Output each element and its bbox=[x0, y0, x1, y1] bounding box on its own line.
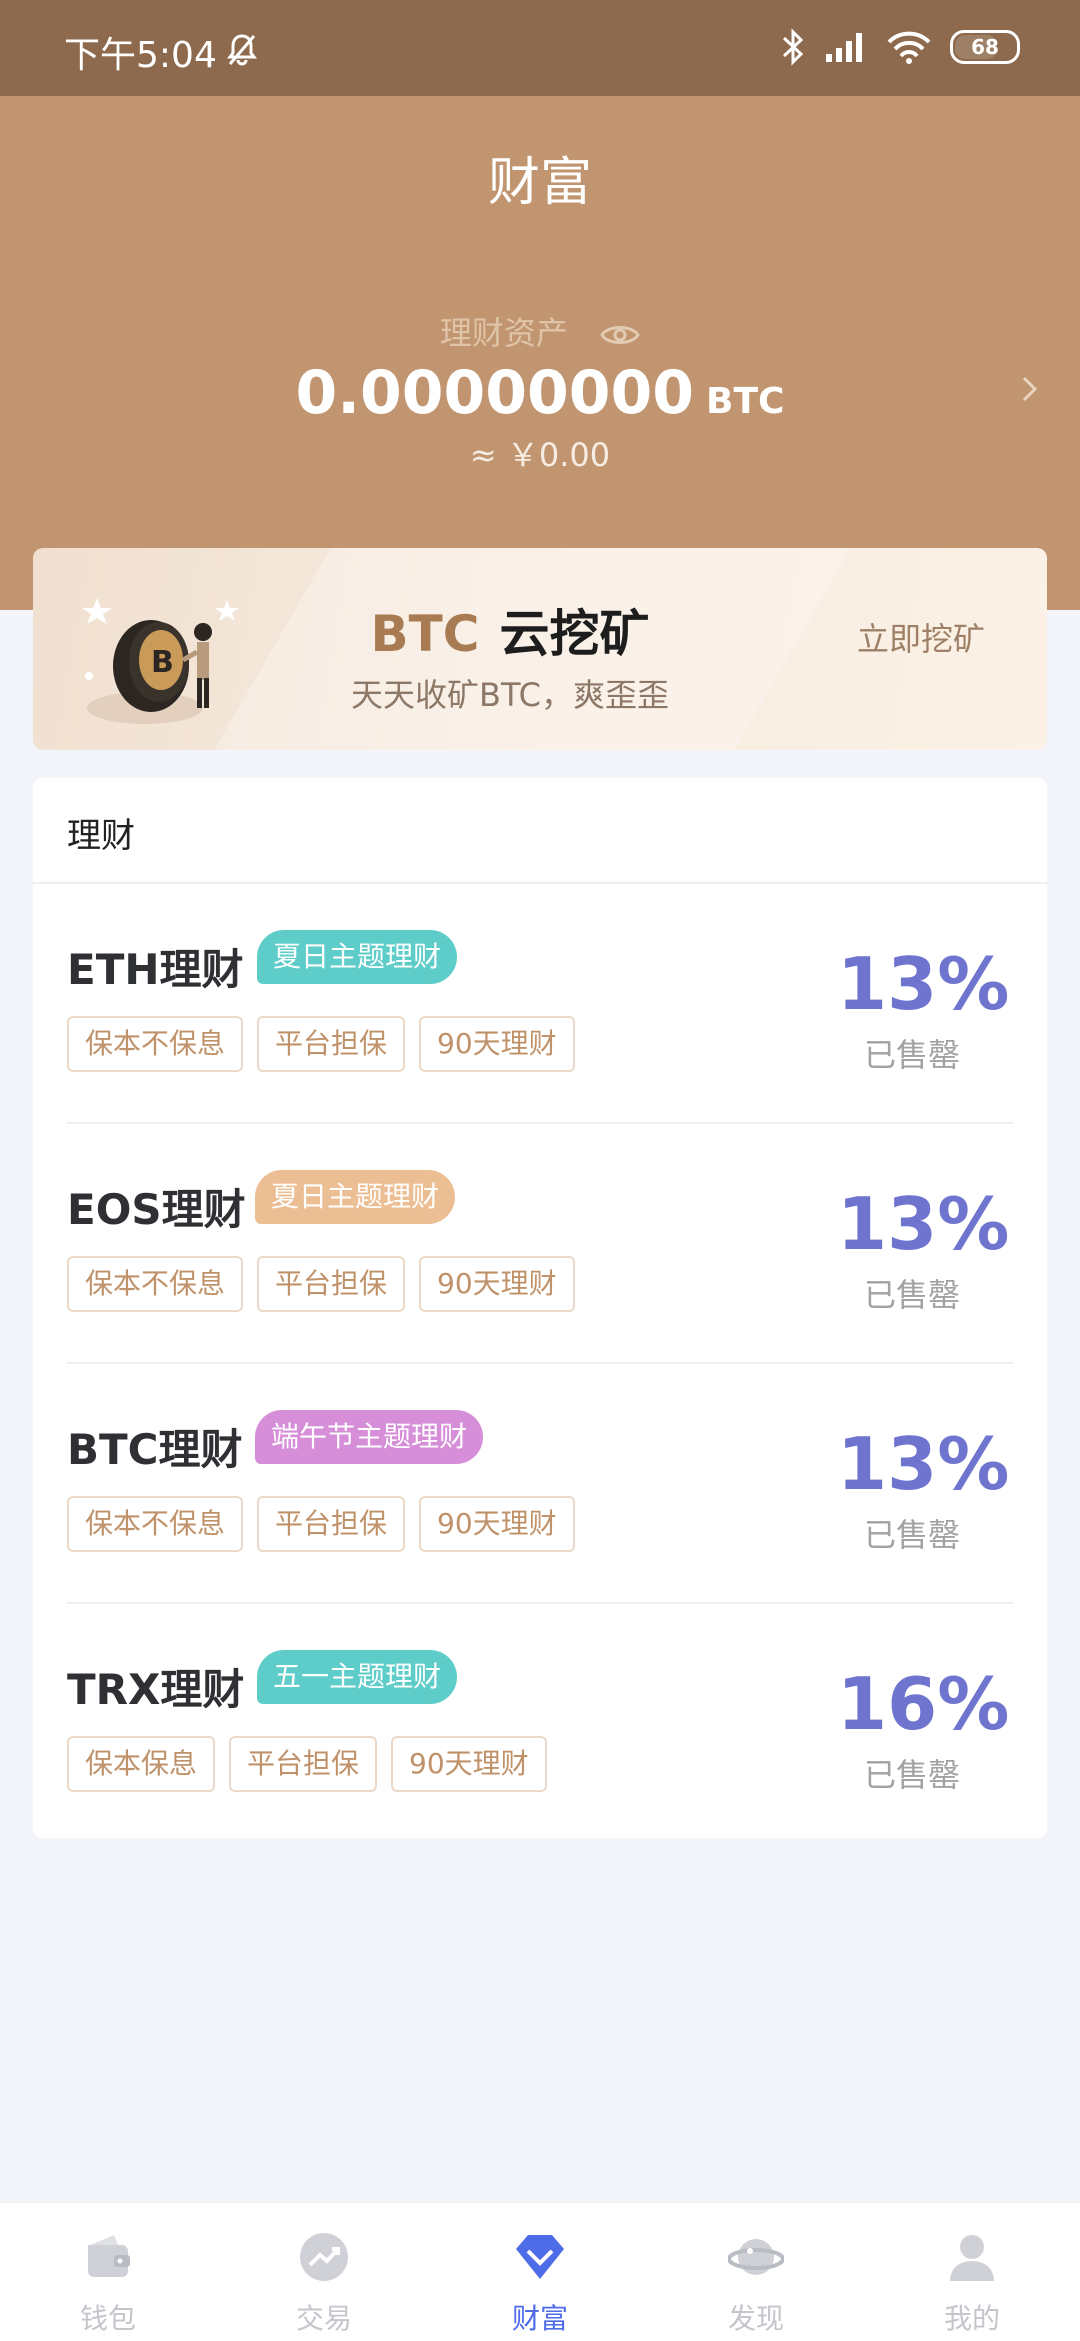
tab-label: 财富 bbox=[511, 2302, 568, 2335]
chip-guarantee: 平台担保 bbox=[229, 1736, 378, 1792]
tab-label: 发现 bbox=[727, 2302, 784, 2335]
wealth-header: 财富 理财资产 0.00000000 BTC ≈ ￥0.00 bbox=[0, 96, 1080, 610]
trade-chart-icon bbox=[300, 2233, 348, 2281]
start-mining-button[interactable]: 立即挖矿 bbox=[857, 614, 985, 660]
product-rate: 16% bbox=[837, 1662, 1010, 1746]
product-theme-tag: 夏日主题理财 bbox=[255, 1170, 456, 1224]
banner-title-btc: BTC bbox=[370, 605, 480, 663]
wallet-icon bbox=[88, 2235, 130, 2277]
product-item-eth[interactable]: ETH理财 夏日主题理财 保本不保息 平台担保 90天理财 13% 已售罄 bbox=[33, 884, 1047, 1124]
chip-term: 90天理财 bbox=[419, 1256, 575, 1312]
tab-profile[interactable]: 我的 bbox=[864, 2203, 1080, 2341]
product-item-trx[interactable]: TRX理财 五一主题理财 保本保息 平台担保 90天理财 16% 已售罄 bbox=[33, 1604, 1047, 1844]
asset-amount: 0.00000000 bbox=[295, 358, 695, 428]
cloud-mining-banner[interactable]: B BTC 云挖矿 天天收矿BTC，爽歪歪 立即挖矿 bbox=[33, 548, 1047, 750]
asset-label: 理财资产 bbox=[439, 314, 568, 352]
chip-principal: 保本不保息 bbox=[67, 1016, 244, 1072]
bluetooth-icon bbox=[782, 28, 804, 66]
product-status: 已售罄 bbox=[863, 1276, 960, 1314]
chip-guarantee: 平台担保 bbox=[257, 1016, 406, 1072]
tab-wallet[interactable]: 钱包 bbox=[0, 2203, 216, 2341]
tab-discover[interactable]: 发现 bbox=[648, 2203, 864, 2341]
section-title: 理财 bbox=[67, 816, 135, 856]
chip-term: 90天理财 bbox=[391, 1736, 547, 1792]
battery-indicator: 68 bbox=[950, 30, 1020, 64]
product-status: 已售罄 bbox=[863, 1516, 960, 1554]
chip-principal: 保本不保息 bbox=[67, 1256, 244, 1312]
tab-label: 钱包 bbox=[79, 2302, 136, 2335]
asset-fiat-value: ≈ ￥0.00 bbox=[469, 436, 611, 474]
product-theme-tag: 夏日主题理财 bbox=[257, 930, 458, 984]
asset-unit: BTC bbox=[706, 381, 785, 422]
product-rate: 13% bbox=[837, 1182, 1010, 1266]
status-time: 下午5:04 bbox=[64, 35, 217, 76]
product-name: TRX理财 bbox=[67, 1665, 245, 1714]
financial-products-card: 理财 ETH理财 夏日主题理财 保本不保息 平台担保 90天理财 13% 已售罄… bbox=[33, 778, 1047, 1838]
product-rate: 13% bbox=[837, 1422, 1010, 1506]
chip-principal: 保本保息 bbox=[67, 1736, 216, 1792]
bottom-tab-bar: 钱包 交易 财富 发现 我的 bbox=[0, 2202, 1080, 2341]
eye-visibility-icon[interactable] bbox=[600, 321, 640, 349]
tab-wealth[interactable]: 财富 bbox=[432, 2203, 648, 2341]
wifi-icon bbox=[887, 31, 931, 64]
product-rate: 13% bbox=[837, 942, 1010, 1026]
chip-guarantee: 平台担保 bbox=[257, 1496, 406, 1552]
product-item-eos[interactable]: EOS理财 夏日主题理财 保本不保息 平台担保 90天理财 13% 已售罄 bbox=[33, 1124, 1047, 1364]
banner-title-text: 云挖矿 bbox=[499, 605, 650, 663]
product-name: ETH理财 bbox=[67, 945, 244, 994]
planet-icon bbox=[728, 2239, 784, 2275]
page-title: 财富 bbox=[487, 153, 592, 213]
chip-term: 90天理财 bbox=[419, 1016, 575, 1072]
asset-label-row: 理财资产 bbox=[0, 308, 1080, 354]
product-chips: 保本不保息 平台担保 90天理财 bbox=[67, 1256, 575, 1312]
product-chips: 保本不保息 平台担保 90天理财 bbox=[67, 1016, 575, 1072]
tab-trade[interactable]: 交易 bbox=[216, 2203, 432, 2341]
banner-subtitle: 天天收矿BTC，爽歪歪 bbox=[351, 676, 669, 714]
product-theme-tag: 五一主题理财 bbox=[257, 1650, 458, 1704]
product-name: EOS理财 bbox=[67, 1185, 246, 1234]
status-bar: 下午5:04 68 bbox=[0, 0, 1080, 96]
chip-guarantee: 平台担保 bbox=[257, 1256, 406, 1312]
chip-term: 90天理财 bbox=[419, 1496, 575, 1552]
profile-icon bbox=[950, 2235, 994, 2281]
status-icons: 68 bbox=[780, 28, 1020, 66]
tab-label: 交易 bbox=[295, 2302, 352, 2335]
product-status: 已售罄 bbox=[863, 1036, 960, 1074]
signal-icon bbox=[826, 33, 862, 62]
chevron-right-icon[interactable] bbox=[1014, 374, 1044, 404]
notifications-muted-icon bbox=[227, 34, 257, 66]
battery-level: 68 bbox=[971, 35, 999, 59]
wealth-diamond-icon bbox=[516, 2235, 564, 2279]
product-name: BTC理财 bbox=[67, 1425, 243, 1474]
product-item-btc[interactable]: BTC理财 端午节主题理财 保本不保息 平台担保 90天理财 13% 已售罄 bbox=[33, 1364, 1047, 1604]
product-chips: 保本保息 平台担保 90天理财 bbox=[67, 1736, 547, 1792]
tab-label: 我的 bbox=[943, 2302, 1000, 2335]
asset-balance[interactable]: 0.00000000 BTC bbox=[0, 358, 1080, 428]
product-theme-tag: 端午节主题理财 bbox=[255, 1410, 484, 1464]
product-chips: 保本不保息 平台担保 90天理财 bbox=[67, 1496, 575, 1552]
chip-principal: 保本不保息 bbox=[67, 1496, 244, 1552]
product-status: 已售罄 bbox=[863, 1756, 960, 1794]
